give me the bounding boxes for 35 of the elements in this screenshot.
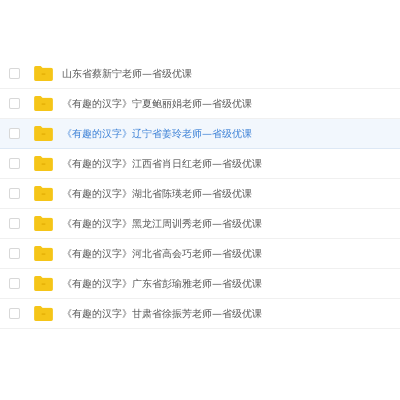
file-row[interactable]: 《有趣的汉字》湖北省陈瑛老师—省级优课 — [0, 179, 400, 209]
file-name: 《有趣的汉字》河北省高会巧老师—省级优课 — [62, 248, 262, 260]
file-name: 《有趣的汉字》甘肃省徐振芳老师—省级优课 — [62, 308, 262, 320]
folder-icon — [34, 246, 53, 261]
checkbox[interactable] — [9, 248, 20, 259]
checkbox[interactable] — [9, 128, 20, 139]
file-name: 《有趣的汉字》辽宁省姜玲老师—省级优课 — [62, 128, 252, 140]
checkbox[interactable] — [9, 68, 20, 79]
checkbox[interactable] — [9, 218, 20, 229]
folder-icon — [34, 156, 53, 171]
file-name: 《有趣的汉字》宁夏鲍丽娟老师—省级优课 — [62, 98, 252, 110]
file-row[interactable]: 《有趣的汉字》辽宁省姜玲老师—省级优课 — [0, 119, 400, 149]
folder-icon — [34, 126, 53, 141]
checkbox[interactable] — [9, 278, 20, 289]
file-row[interactable]: 《有趣的汉字》江西省肖日红老师—省级优课 — [0, 149, 400, 179]
checkbox[interactable] — [9, 188, 20, 199]
file-row[interactable]: 《有趣的汉字》河北省高会巧老师—省级优课 — [0, 239, 400, 269]
file-row[interactable]: 《有趣的汉字》甘肃省徐振芳老师—省级优课 — [0, 299, 400, 329]
file-name: 《有趣的汉字》广东省彭瑜雅老师—省级优课 — [62, 278, 262, 290]
checkbox[interactable] — [9, 158, 20, 169]
file-name: 《有趣的汉字》黑龙江周训秀老师—省级优课 — [62, 218, 262, 230]
folder-icon — [34, 186, 53, 201]
file-row[interactable]: 山东省蔡新宁老师—省级优课 — [0, 59, 400, 89]
folder-icon — [34, 306, 53, 321]
checkbox[interactable] — [9, 98, 20, 109]
folder-icon — [34, 96, 53, 111]
folder-icon — [34, 66, 53, 81]
file-row[interactable]: 《有趣的汉字》广东省彭瑜雅老师—省级优课 — [0, 269, 400, 299]
file-name: 《有趣的汉字》江西省肖日红老师—省级优课 — [62, 158, 262, 170]
folder-icon — [34, 276, 53, 291]
folder-icon — [34, 216, 53, 231]
file-name: 山东省蔡新宁老师—省级优课 — [62, 68, 192, 80]
file-name: 《有趣的汉字》湖北省陈瑛老师—省级优课 — [62, 188, 252, 200]
file-row[interactable]: 《有趣的汉字》黑龙江周训秀老师—省级优课 — [0, 209, 400, 239]
checkbox[interactable] — [9, 308, 20, 319]
